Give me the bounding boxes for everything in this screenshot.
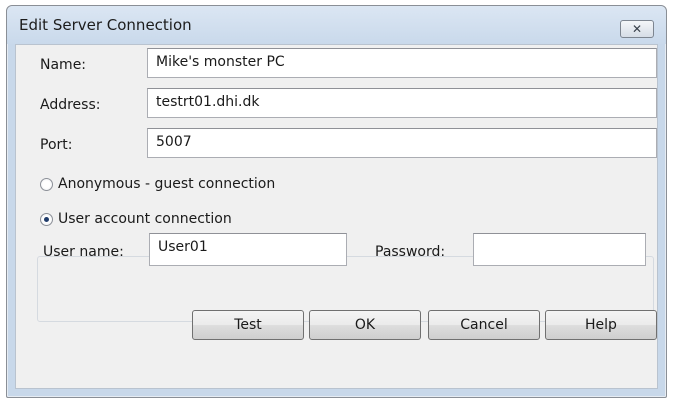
window-title: Edit Server Connection	[19, 16, 192, 34]
user-account-radio-label: User account connection	[58, 211, 232, 227]
password-input[interactable]	[473, 233, 646, 266]
dialog-window: Edit Server Connection ✕ Name: Mike's mo…	[6, 5, 667, 398]
close-button[interactable]: ✕	[620, 20, 654, 38]
anonymous-radio[interactable]: Anonymous - guest connection	[40, 176, 275, 192]
dialog-client-area: Name: Mike's monster PC Address: testrt0…	[15, 44, 658, 389]
ok-button[interactable]: OK	[309, 310, 421, 340]
test-button[interactable]: Test	[192, 310, 304, 340]
name-input[interactable]: Mike's monster PC	[147, 48, 657, 78]
radio-checked-icon[interactable]	[40, 212, 53, 226]
name-label: Name:	[40, 57, 87, 73]
port-label: Port:	[40, 137, 73, 153]
title-bar[interactable]: Edit Server Connection ✕	[7, 6, 666, 44]
password-label: Password:	[375, 244, 446, 260]
radio-unchecked-icon[interactable]	[40, 177, 53, 191]
close-icon: ✕	[631, 22, 643, 36]
port-input[interactable]: 5007	[147, 128, 657, 158]
address-label: Address:	[40, 97, 101, 113]
address-input[interactable]: testrt01.dhi.dk	[147, 88, 657, 118]
anonymous-radio-label: Anonymous - guest connection	[58, 176, 276, 192]
cancel-button[interactable]: Cancel	[428, 310, 540, 340]
username-input[interactable]: User01	[149, 233, 347, 266]
username-label: User name:	[43, 244, 124, 260]
help-button[interactable]: Help	[545, 310, 657, 340]
user-account-radio[interactable]: User account connection	[40, 211, 238, 227]
